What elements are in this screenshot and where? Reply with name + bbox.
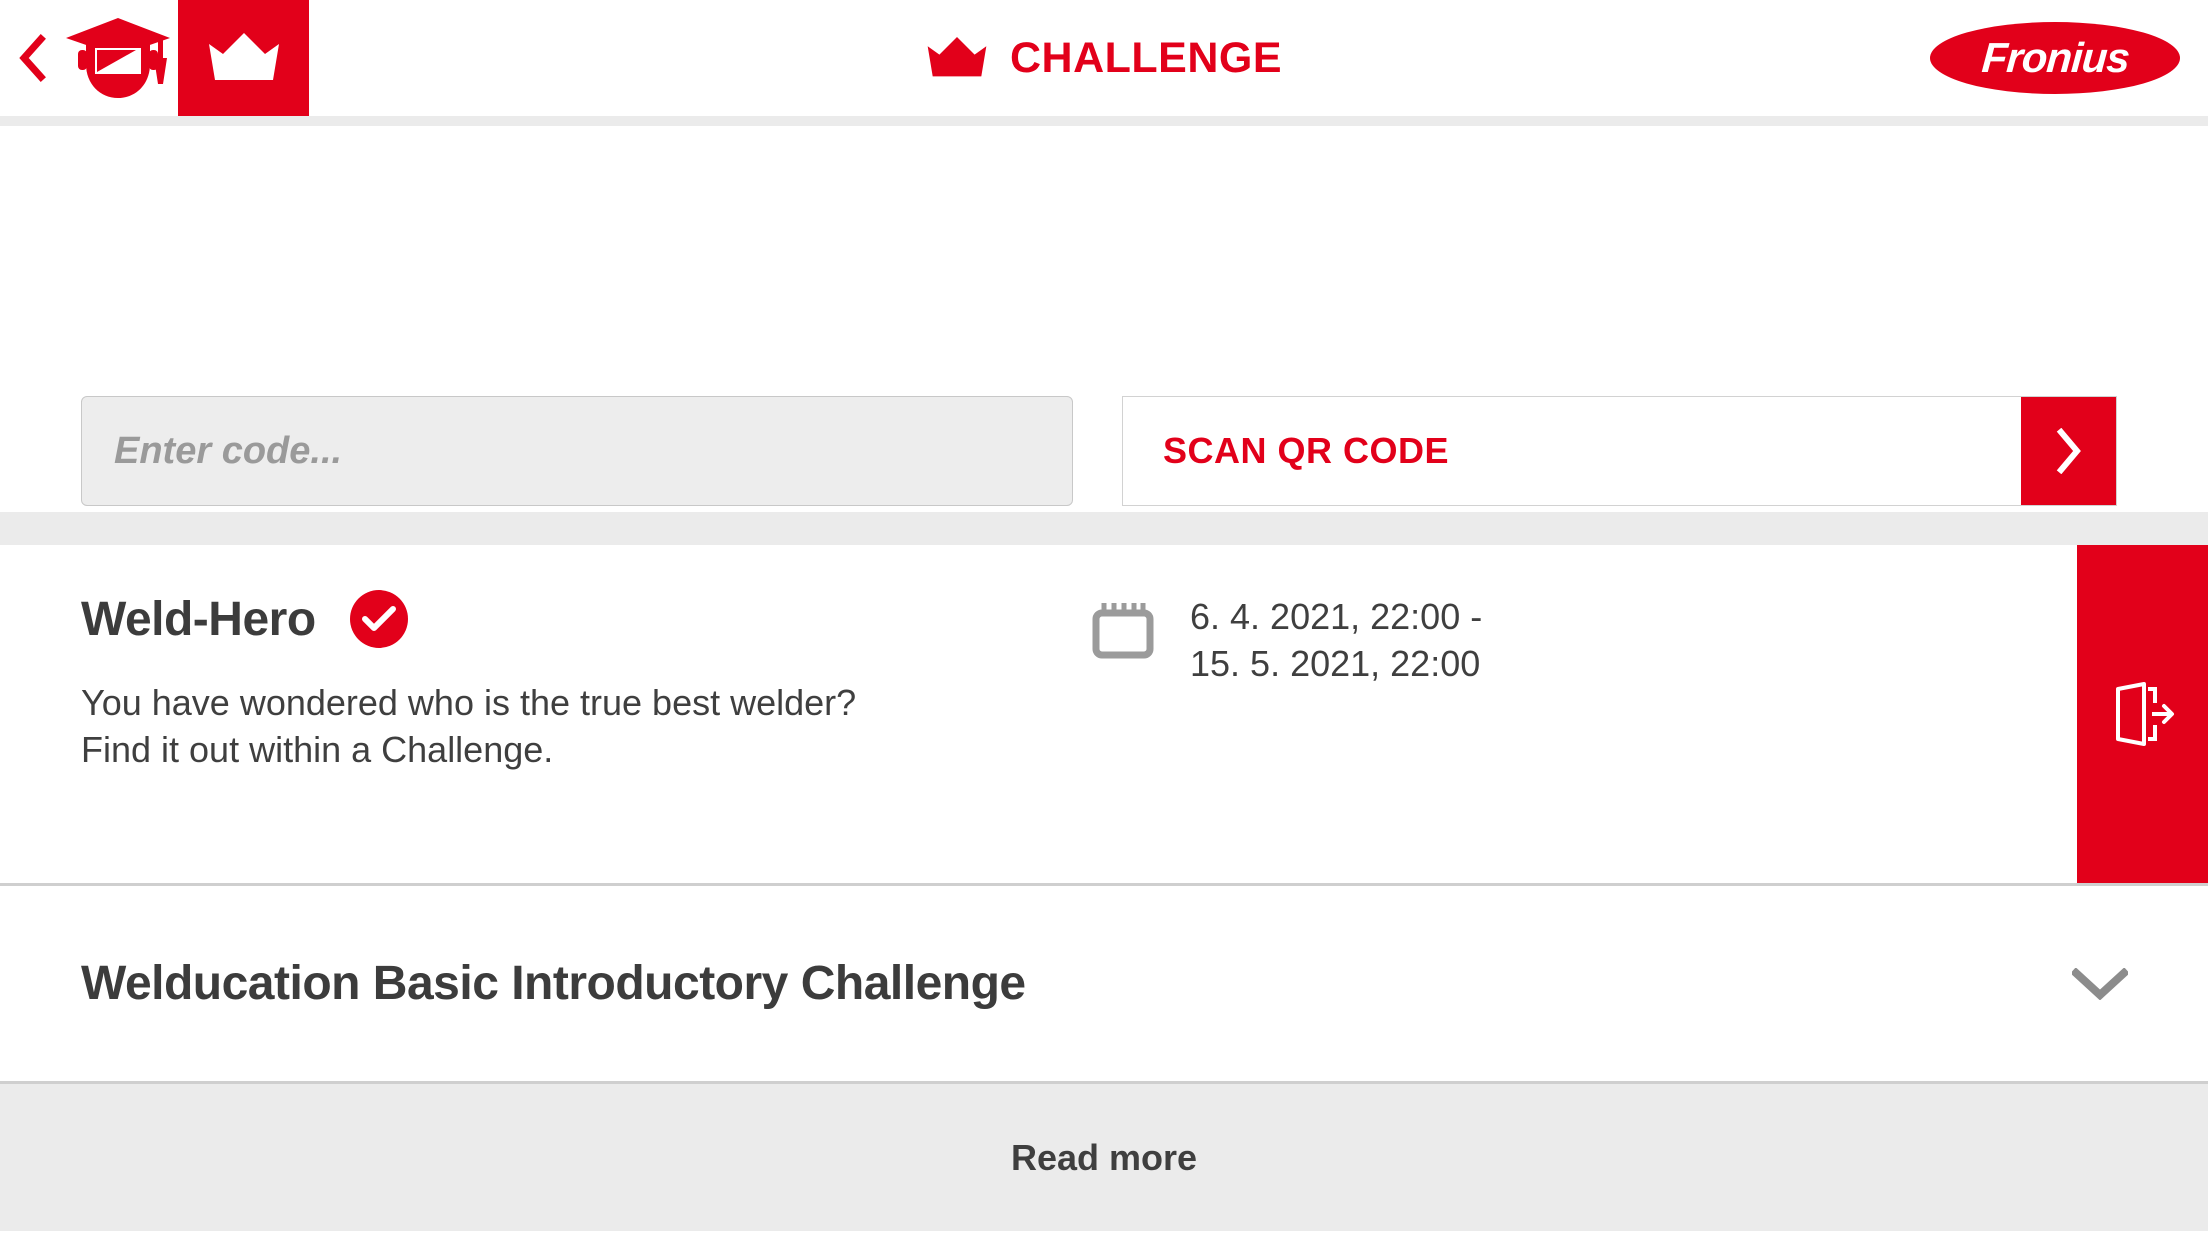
header-left-group xyxy=(0,0,309,116)
page-title: CHALLENGE xyxy=(1009,33,1283,82)
welducation-helmet-graduation-logo xyxy=(66,18,170,98)
challenge-row-collapsed[interactable]: Welducation Basic Introductory Challenge xyxy=(0,886,2208,1084)
scan-qr-code-button[interactable]: SCAN QR CODE xyxy=(1122,396,2117,506)
read-more-label: Read more xyxy=(1010,1136,1198,1178)
leave-exit-icon xyxy=(2115,682,2174,746)
check-circle-icon xyxy=(349,590,408,648)
challenge-description-line1: You have wondered who is the true best w… xyxy=(81,682,857,723)
challenge-date-text: 6. 4. 2021, 22:00 - 15. 5. 2021, 22:00 xyxy=(1190,593,1482,687)
challenge-title: Welducation Basic Introductory Challenge xyxy=(81,957,1026,1010)
company-logo: Fronius xyxy=(1930,0,2180,116)
check-mark-icon xyxy=(361,606,396,631)
header-title-group: CHALLENGE xyxy=(0,0,2208,116)
welducation-logo-button[interactable] xyxy=(58,0,178,116)
challenge-date-group: 6. 4. 2021, 22:00 - 15. 5. 2021, 22:00 xyxy=(1092,593,1482,687)
challenge-card[interactable]: Weld-Hero You have wondered who is the t… xyxy=(0,545,2208,886)
challenge-description: You have wondered who is the true best w… xyxy=(81,679,856,773)
chevron-down-icon xyxy=(2072,967,2128,1000)
chevron-left-icon xyxy=(19,34,46,82)
scan-qr-code-go-button[interactable] xyxy=(2021,397,2116,505)
section-separator-band xyxy=(0,512,2208,545)
expand-toggle-button[interactable] xyxy=(2070,954,2130,1014)
challenge-title-row: Weld-Hero xyxy=(81,590,408,648)
header-divider xyxy=(0,116,2208,126)
crown-icon xyxy=(927,37,987,77)
challenge-description-line2: Find it out within a Challenge. xyxy=(81,729,554,770)
code-input-placeholder: Enter code... xyxy=(114,429,343,472)
chevron-right-icon xyxy=(2056,428,2081,474)
code-input-field[interactable]: Enter code... xyxy=(81,396,1073,506)
challenge-date-line1: 6. 4. 2021, 22:00 - xyxy=(1190,596,1483,637)
app-header: CHALLENGE Fronius xyxy=(0,0,2208,116)
read-more-button[interactable]: Read more xyxy=(0,1084,2208,1231)
crown-icon xyxy=(208,33,279,80)
challenge-date-line2: 15. 5. 2021, 22:00 xyxy=(1190,643,1481,684)
scan-qr-code-label: SCAN QR CODE xyxy=(1163,430,1450,471)
calendar-icon xyxy=(1092,603,1154,659)
back-button[interactable] xyxy=(6,0,58,116)
leave-challenge-button[interactable] xyxy=(2077,545,2208,883)
code-entry-section: Enter code... SCAN QR CODE xyxy=(0,126,2208,512)
fronius-wordmark: Fronius xyxy=(1979,34,2131,81)
challenge-title: Weld-Hero xyxy=(81,592,316,646)
crown-tab-button[interactable] xyxy=(178,0,309,116)
